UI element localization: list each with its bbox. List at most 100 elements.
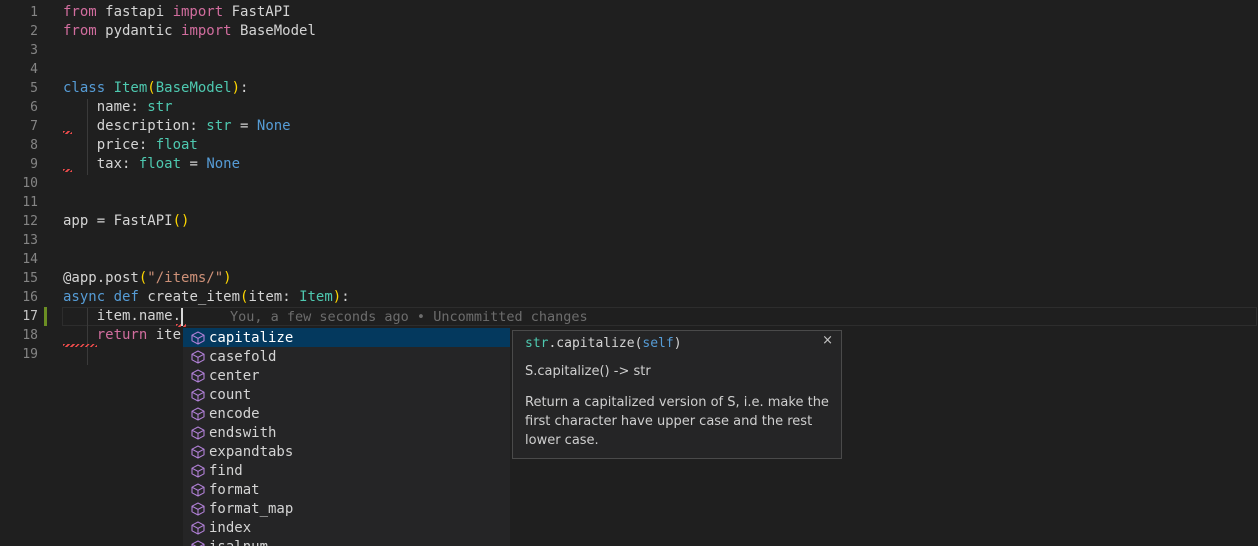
code-text <box>38 345 63 364</box>
code-token: ( <box>147 80 155 96</box>
line-number: 10 <box>0 174 38 193</box>
code-token: float <box>139 156 181 172</box>
suggestion-label: find <box>209 463 243 479</box>
code-token: : <box>240 80 248 96</box>
line-number: 7 <box>0 117 38 136</box>
code-text <box>38 174 63 193</box>
code-token: return <box>97 327 148 343</box>
code-token: str <box>206 118 231 134</box>
line-number: 8 <box>0 136 38 155</box>
code-token: ) <box>223 270 231 286</box>
code-token <box>63 327 97 343</box>
method-icon <box>191 540 205 546</box>
suggestion-item[interactable]: format_map <box>183 499 510 518</box>
suggestion-item[interactable]: capitalize <box>183 328 510 347</box>
suggestion-item[interactable]: expandtabs <box>183 442 510 461</box>
suggestion-label: format <box>209 482 260 498</box>
code-editor[interactable]: 1from fastapi import FastAPI2from pydant… <box>0 0 1258 546</box>
code-token: class <box>63 80 114 96</box>
code-token: None <box>206 156 240 172</box>
code-text <box>38 250 63 269</box>
code-line[interactable]: 17 item.name. <box>0 307 1258 326</box>
code-line[interactable]: 6 name: str <box>0 98 1258 117</box>
method-icon <box>191 388 205 402</box>
suggestion-item[interactable]: isalnum <box>183 537 510 546</box>
method-icon <box>191 407 205 421</box>
suggestion-item[interactable]: endswith <box>183 423 510 442</box>
suggestion-item[interactable]: index <box>183 518 510 537</box>
code-line[interactable]: 15@app.post("/items/") <box>0 269 1258 288</box>
code-line[interactable]: 14 <box>0 250 1258 269</box>
error-squiggle <box>63 131 72 134</box>
code-token: price: <box>63 137 156 153</box>
code-line[interactable]: 12app = FastAPI() <box>0 212 1258 231</box>
code-token: : <box>341 289 349 305</box>
text-cursor <box>181 308 183 326</box>
code-line[interactable]: 7 description: str = None <box>0 117 1258 136</box>
code-area[interactable]: 1from fastapi import FastAPI2from pydant… <box>0 3 1258 364</box>
line-number: 3 <box>0 41 38 60</box>
code-token: str <box>147 99 172 115</box>
code-line[interactable]: 13 <box>0 231 1258 250</box>
code-line[interactable]: 2from pydantic import BaseModel <box>0 22 1258 41</box>
suggestion-label: endswith <box>209 425 276 441</box>
code-text: from fastapi import FastAPI <box>38 3 291 22</box>
code-token: None <box>257 118 291 134</box>
line-number: 5 <box>0 79 38 98</box>
method-icon <box>191 331 205 345</box>
code-line[interactable]: 16async def create_item(item: Item): <box>0 288 1258 307</box>
code-text: class Item(BaseModel): <box>38 79 248 98</box>
method-icon <box>191 464 205 478</box>
code-text <box>38 231 63 250</box>
code-line[interactable]: 3 <box>0 41 1258 60</box>
code-token: import <box>181 23 232 39</box>
indent-guide <box>87 99 88 175</box>
suggestion-label: count <box>209 387 251 403</box>
suggestion-item[interactable]: count <box>183 385 510 404</box>
line-number: 2 <box>0 22 38 41</box>
suggestion-item[interactable]: center <box>183 366 510 385</box>
line-number: 19 <box>0 345 38 364</box>
code-token: = <box>232 118 257 134</box>
method-icon <box>191 369 205 383</box>
suggestion-item[interactable]: encode <box>183 404 510 423</box>
method-summary: S.capitalize() -> str <box>525 364 831 379</box>
code-line[interactable]: 1from fastapi import FastAPI <box>0 3 1258 22</box>
code-token: BaseModel <box>232 23 316 39</box>
code-token: item.name. <box>63 308 181 324</box>
code-text: @app.post("/items/") <box>38 269 232 288</box>
code-token: "/items/" <box>147 270 223 286</box>
code-token: ) <box>232 80 240 96</box>
code-token: float <box>156 137 198 153</box>
code-token: from <box>63 4 97 20</box>
error-squiggle <box>63 169 72 172</box>
code-token: Item <box>114 80 148 96</box>
autocomplete-dropdown[interactable]: capitalizecasefoldcenter countencode endsw… <box>183 328 510 546</box>
line-number: 11 <box>0 193 38 212</box>
code-token: pydantic <box>97 23 181 39</box>
close-icon[interactable]: × <box>822 333 833 349</box>
suggestion-item[interactable]: find <box>183 461 510 480</box>
code-line[interactable]: 11 <box>0 193 1258 212</box>
line-number: 17 <box>0 307 38 326</box>
code-token: create_item <box>139 289 240 305</box>
code-line[interactable]: 4 <box>0 60 1258 79</box>
gutter-added-indicator <box>44 307 47 326</box>
code-token: ite <box>147 327 181 343</box>
suggestion-item[interactable]: format <box>183 480 510 499</box>
code-token: fastapi <box>97 4 173 20</box>
line-number: 15 <box>0 269 38 288</box>
line-number: 12 <box>0 212 38 231</box>
code-line[interactable]: 10 <box>0 174 1258 193</box>
code-line[interactable]: 9 tax: float = None <box>0 155 1258 174</box>
suggestion-item[interactable]: casefold <box>183 347 510 366</box>
code-token: name: <box>63 99 147 115</box>
code-token: = <box>181 156 206 172</box>
code-token: FastAPI <box>223 4 290 20</box>
code-text: return ite <box>38 326 181 345</box>
code-line[interactable]: 5class Item(BaseModel): <box>0 79 1258 98</box>
code-line[interactable]: 8 price: float <box>0 136 1258 155</box>
method-icon <box>191 483 205 497</box>
suggestion-label: expandtabs <box>209 444 293 460</box>
code-text: item.name. <box>38 307 181 326</box>
